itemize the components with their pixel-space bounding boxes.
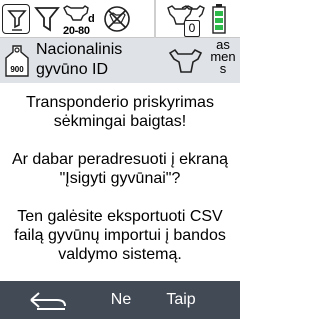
cow-count-value: 0 <box>184 20 200 37</box>
status-divider <box>154 0 156 38</box>
age-filter[interactable]: d 20-80 <box>61 4 101 38</box>
redirect-question: Ar dabar peradresuoti į ekraną "Įsigyti … <box>11 151 229 187</box>
message-panel: Transponderio priskyrimas sėkmingai baig… <box>0 83 240 280</box>
status-bar: d 20-80 0 <box>0 0 240 38</box>
funnel-cow-icon <box>34 7 60 32</box>
animal-id-header: 900 Nacionalinis gyvūno ID as men s <box>0 38 240 83</box>
no-button[interactable]: Ne <box>96 281 146 319</box>
return-arrow-icon <box>30 292 66 310</box>
battery-indicator <box>212 4 226 34</box>
filter-list-icon <box>7 10 27 31</box>
cow-counter: 0 <box>166 4 206 38</box>
back-button[interactable] <box>18 281 78 319</box>
cow-outline-icon <box>168 48 203 73</box>
export-info: Ten galėsite eksportuoti CSV failą gyvūn… <box>14 208 226 263</box>
action-bar: Ne Taip <box>0 281 240 319</box>
battery-icon <box>212 4 226 34</box>
animal-sex-label: as men s <box>210 39 236 76</box>
ear-tag-label: 900 <box>10 65 24 74</box>
no-cow-filter-button[interactable] <box>102 4 132 34</box>
header-title: Nacionalinis gyvūno ID <box>36 41 123 78</box>
yes-button[interactable]: Taip <box>150 281 212 319</box>
animal-filter-button[interactable] <box>34 4 60 34</box>
no-cow-icon <box>104 6 130 32</box>
success-message: Transponderio priskyrimas sėkmingai baig… <box>26 94 214 130</box>
age-unit: d <box>88 13 95 25</box>
age-range: 20-80 <box>63 25 90 37</box>
filter-list-button[interactable] <box>2 4 30 34</box>
